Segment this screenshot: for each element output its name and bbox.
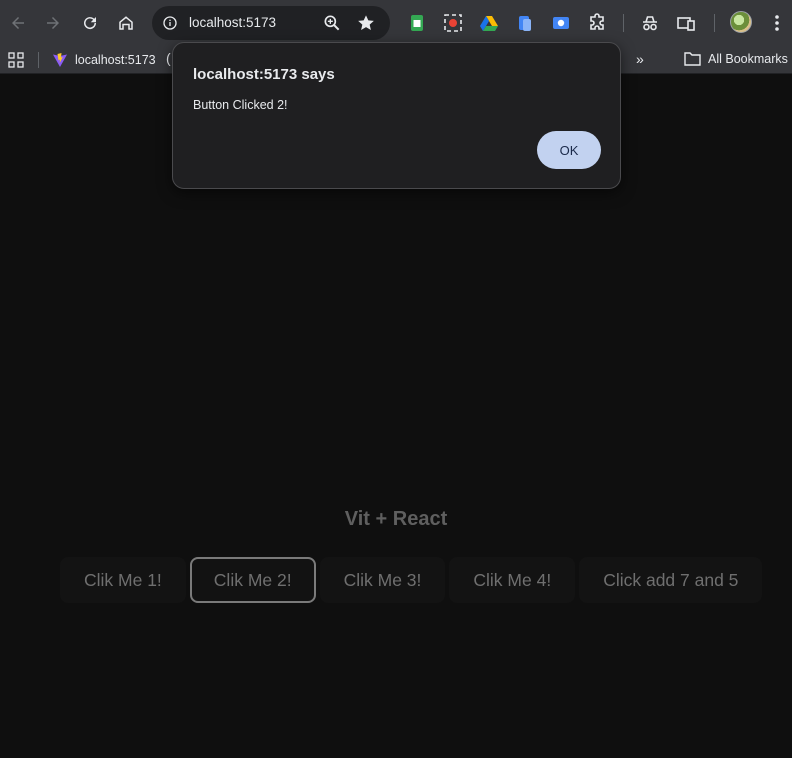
bookmarks-divider	[38, 52, 39, 68]
screen-recorder-extension-icon[interactable]	[443, 13, 463, 33]
reload-button[interactable]	[75, 8, 105, 38]
more-menu-icon[interactable]	[767, 13, 787, 33]
bookmarks-overflow-button[interactable]: »	[636, 51, 644, 67]
bookmark-partial-icon: (	[166, 50, 171, 66]
forward-button[interactable]	[38, 8, 68, 38]
arrow-left-icon	[12, 17, 24, 29]
home-button[interactable]	[111, 8, 141, 38]
address-url[interactable]: localhost:5173	[189, 15, 276, 30]
ok-button[interactable]: OK	[537, 131, 601, 169]
alert-dialog: localhost:5173 says Button Clicked 2! OK	[172, 42, 621, 189]
docs-extension-icon[interactable]	[515, 13, 535, 33]
button-row: Clik Me 1! Clik Me 2! Clik Me 3! Clik Me…	[60, 557, 763, 603]
bookmark-localhost[interactable]: localhost:5173	[52, 50, 156, 70]
extensions-puzzle-icon[interactable]	[587, 13, 607, 33]
home-icon	[119, 16, 133, 30]
click-me-3-button[interactable]: Clik Me 3!	[319, 557, 446, 603]
toolbar-divider	[623, 14, 624, 32]
arrow-right-icon	[47, 17, 59, 29]
bookmark-label: localhost:5173	[75, 53, 156, 67]
all-bookmarks-button[interactable]: All Bookmarks	[684, 51, 788, 66]
google-drive-extension-icon[interactable]	[479, 13, 499, 33]
back-button[interactable]	[3, 8, 33, 38]
site-info-icon[interactable]	[158, 11, 182, 35]
folder-icon	[684, 52, 701, 66]
click-me-4-button[interactable]: Clik Me 4!	[449, 557, 576, 603]
zoom-icon[interactable]	[322, 13, 342, 33]
profile-avatar[interactable]	[730, 11, 752, 33]
sheets-extension-icon[interactable]	[407, 13, 427, 33]
browser-toolbar: localhost:5173	[0, 0, 792, 46]
vite-logo-icon	[53, 53, 67, 67]
alert-message: Button Clicked 2!	[193, 98, 288, 112]
click-me-1-button[interactable]: Clik Me 1!	[60, 557, 186, 603]
incognito-icon[interactable]	[640, 13, 660, 33]
page-heading: Vit + React	[344, 508, 448, 530]
device-toggle-icon[interactable]	[676, 13, 696, 33]
alert-title: localhost:5173 says	[193, 66, 335, 83]
click-add-button[interactable]: Click add 7 and 5	[579, 557, 763, 603]
screencast-extension-icon[interactable]	[551, 13, 571, 33]
address-bar[interactable]: localhost:5173	[152, 6, 390, 40]
click-me-2-button[interactable]: Clik Me 2!	[189, 557, 316, 603]
apps-grid-icon[interactable]	[8, 52, 24, 68]
bookmark-star-icon[interactable]	[356, 13, 376, 33]
reload-icon	[84, 17, 97, 30]
toolbar-divider	[714, 14, 715, 32]
all-bookmarks-label: All Bookmarks	[708, 51, 788, 66]
